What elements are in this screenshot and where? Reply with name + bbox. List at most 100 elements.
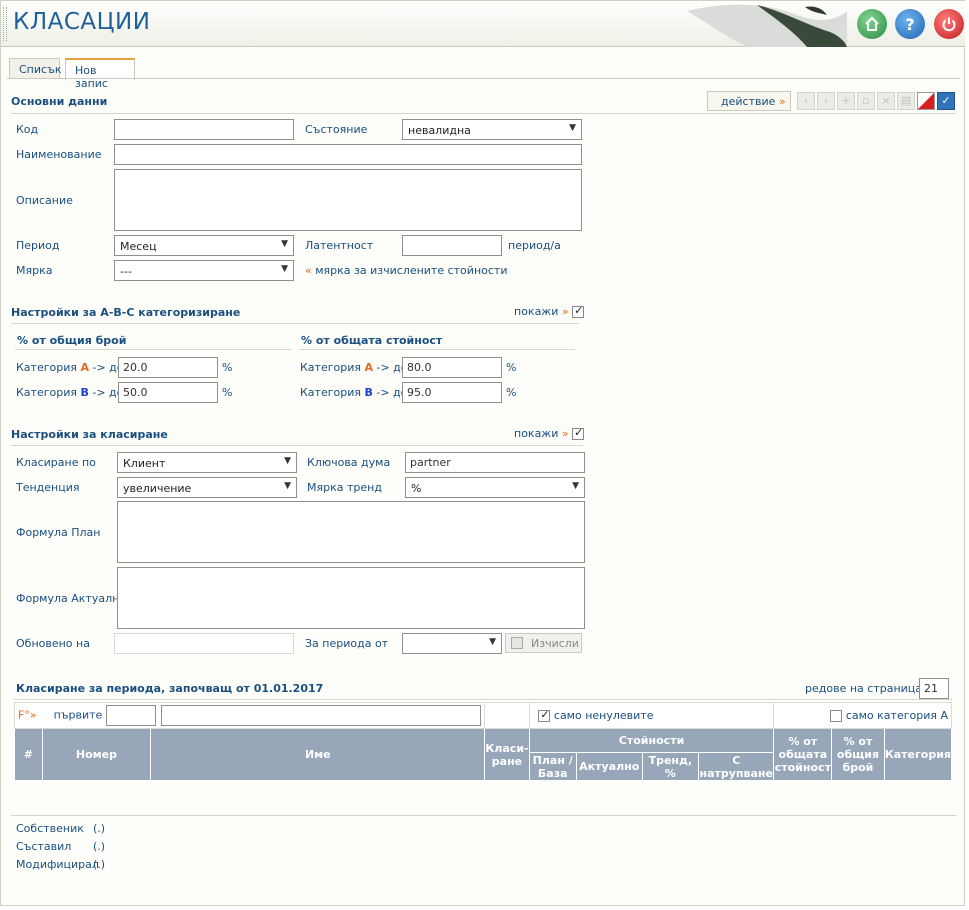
trend-measure-select[interactable]: % ▼ [405, 477, 585, 498]
value-percent-title: % от общата стойност [301, 334, 443, 347]
value-cat-a-label: Категория A -> до [300, 361, 408, 374]
header-row: # Номер Име Класи-ране Стойности % от об… [14, 728, 953, 781]
count-percent-title: % от общия брой [17, 334, 127, 347]
description-label: Описание [16, 194, 73, 207]
period-from-select[interactable]: ▼ [402, 633, 502, 654]
updated-input [114, 633, 294, 654]
bird-logo [687, 4, 847, 47]
modifier-value[interactable]: (.) [93, 858, 105, 871]
formula-actual-textarea[interactable] [117, 567, 585, 629]
home-button[interactable] [857, 9, 887, 39]
cat-a-filter[interactable]: само категория А [773, 702, 952, 729]
app-header: КЛАСАЦИИ ? [1, 1, 965, 47]
col-num[interactable]: # [14, 728, 43, 781]
value-cat-b-label: Категория B -> до [300, 386, 408, 399]
filter-cell: F°» първите [13, 702, 486, 729]
creator-value[interactable]: (.) [93, 840, 105, 853]
code-input[interactable] [114, 119, 294, 140]
value-cat-a-input[interactable] [402, 357, 502, 378]
trend-measure-label: Мярка тренд [307, 481, 382, 494]
add-icon[interactable]: + [837, 92, 855, 110]
count-cat-b-input[interactable] [118, 382, 218, 403]
percent-sign: % [506, 386, 517, 399]
filter-row: F°» първите само ненулевите само категор… [13, 702, 952, 729]
formula-plan-textarea[interactable] [117, 501, 585, 563]
chevron-down-icon: ▼ [489, 637, 496, 647]
filter-icon[interactable]: F°» [18, 709, 37, 722]
chevron-down-icon: ▼ [281, 239, 288, 249]
tab-divider [7, 78, 960, 79]
results-title: Класиране за периода, започващ от 01.01.… [16, 682, 324, 695]
value-cat-b-input[interactable] [402, 382, 502, 403]
col-number[interactable]: Номер [41, 728, 152, 781]
col-actual[interactable]: Актуално [575, 752, 643, 781]
col-total-value[interactable]: % от общата стойност [773, 728, 833, 781]
formula-plan-label: Формула План [16, 526, 101, 539]
ranking-show-checkbox[interactable] [572, 426, 585, 440]
calculate-button[interactable]: Изчисли [505, 633, 582, 653]
section-title-abc: Настройки за А-В-С категоризиране [11, 306, 241, 319]
next-icon[interactable]: › [817, 92, 835, 110]
count-cat-a-input[interactable] [118, 357, 218, 378]
rows-per-page-input[interactable] [919, 678, 949, 699]
nonzero-filter[interactable]: само ненулевите [528, 702, 775, 729]
tab-new-record[interactable]: Нов запис [65, 58, 135, 90]
col-cumulative[interactable]: С натрупване [697, 752, 775, 781]
col-trend[interactable]: Тренд, % [641, 752, 699, 781]
divider [11, 113, 956, 114]
keyword-input[interactable] [405, 452, 585, 473]
nonzero-checkbox[interactable] [538, 708, 551, 722]
rank-by-select[interactable]: Клиент ▼ [117, 452, 297, 473]
cancel-icon[interactable] [917, 92, 935, 110]
first-n-input[interactable] [105, 705, 156, 726]
measure-label: Мярка [16, 264, 53, 277]
cat-a-checkbox[interactable] [830, 710, 843, 722]
measure-select[interactable]: --- ▼ [114, 260, 294, 281]
percent-sign: % [222, 386, 233, 399]
col-plan[interactable]: План / База [528, 752, 577, 781]
power-button[interactable] [934, 9, 964, 39]
help-button[interactable]: ? [895, 9, 925, 39]
code-label: Код [16, 123, 39, 136]
col-values: Стойности [528, 728, 775, 753]
name-input[interactable] [114, 144, 582, 165]
delete-icon[interactable]: × [877, 92, 895, 110]
name-filter-input[interactable] [161, 705, 482, 726]
owner-value[interactable]: (.) [93, 822, 105, 835]
copy-icon[interactable]: ▫ [857, 92, 875, 110]
creator-label: Съставил [16, 840, 72, 853]
prev-icon[interactable]: ‹ [797, 92, 815, 110]
home-icon [865, 16, 879, 31]
col-total-count[interactable]: % от общия брой [831, 728, 885, 781]
latency-input[interactable] [402, 235, 502, 256]
percent-sign: % [222, 361, 233, 374]
abc-show-toggle[interactable]: покажи » [514, 304, 585, 318]
latency-label: Латентност [305, 239, 374, 252]
chevron-down-icon: ▼ [569, 123, 576, 133]
state-select[interactable]: невалидна ▼ [402, 119, 582, 140]
col-name[interactable]: Име [150, 728, 486, 781]
percent-sign: % [506, 361, 517, 374]
print-icon[interactable]: ▤ [897, 92, 915, 110]
abc-show-checkbox[interactable] [572, 304, 585, 318]
owner-label: Собственик [16, 822, 84, 835]
trend-label: Тенденция [16, 481, 80, 494]
description-textarea[interactable] [114, 169, 582, 231]
latency-unit: период/а [508, 239, 561, 252]
measure-note: « мярка за изчислените стойности [305, 264, 508, 277]
tab-list[interactable]: Списък [9, 58, 62, 79]
results-table: F°» първите само ненулевите само категор… [13, 702, 953, 781]
period-select[interactable]: Месец ▼ [114, 235, 294, 256]
save-icon[interactable]: ✓ [937, 92, 955, 110]
formula-actual-label: Формула Актуално [16, 592, 127, 605]
col-rank[interactable]: Класи-ране [484, 728, 530, 781]
section-title-ranking: Настройки за класиране [11, 428, 168, 441]
rows-per-page-label: редове на страница » [805, 682, 932, 695]
divider [11, 323, 579, 324]
trend-select[interactable]: увеличение ▼ [117, 477, 297, 498]
col-category[interactable]: Категория [883, 728, 953, 781]
count-cat-a-label: Категория A -> до [16, 361, 124, 374]
ranking-show-toggle[interactable]: покажи » [514, 426, 585, 440]
action-button[interactable]: действие » [707, 91, 791, 111]
count-cat-b-label: Категория B -> до [16, 386, 124, 399]
